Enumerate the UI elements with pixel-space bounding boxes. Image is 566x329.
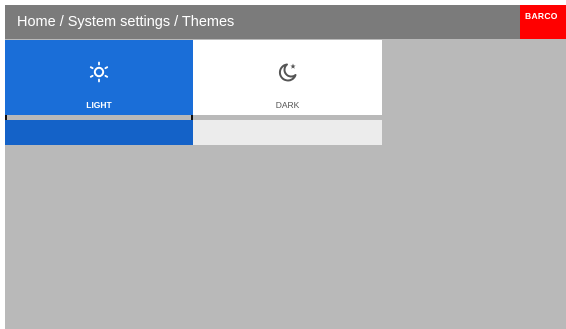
sun-icon (89, 61, 109, 83)
tile-label-light: LIGHT (86, 100, 112, 110)
tile-light-footer (5, 120, 193, 145)
tile-dark-footer (193, 120, 382, 145)
breadcrumb[interactable]: Home / System settings / Themes (17, 14, 234, 30)
screen: Home / System settings / Themes BARCO LI… (5, 5, 566, 329)
logo-text: BARCO (525, 11, 558, 21)
moon-icon (278, 63, 296, 82)
barco-logo: BARCO (520, 5, 566, 39)
tile-label-dark: DARK (275, 100, 300, 110)
theme-tile-dark[interactable]: DARK (193, 40, 382, 145)
theme-tile-light[interactable]: LIGHT (5, 40, 193, 145)
header-bar: Home / System settings / Themes BARCO (5, 5, 566, 39)
